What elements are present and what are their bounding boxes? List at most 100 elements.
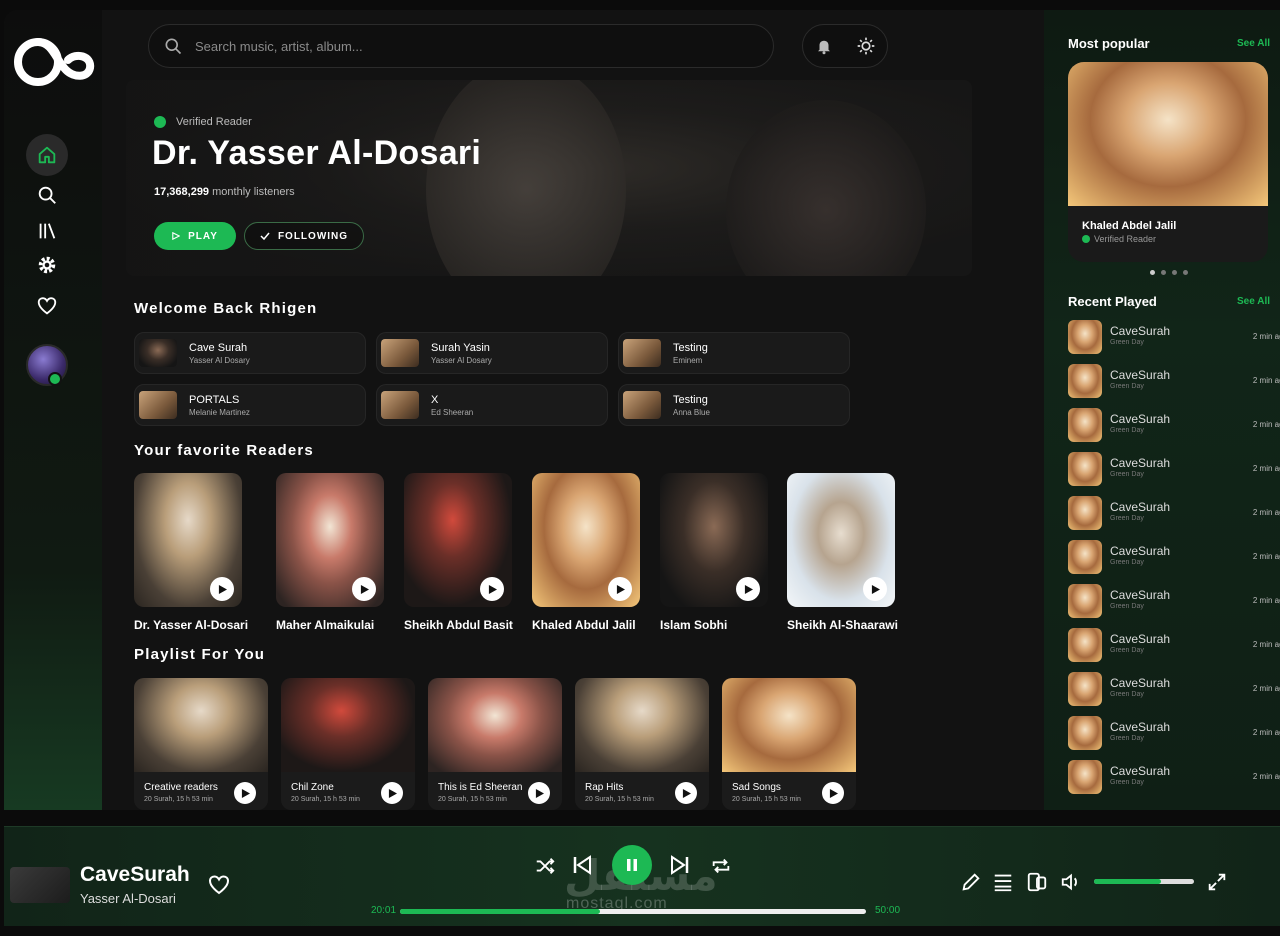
- playlist-card[interactable]: Rap Hits 20 Surah, 15 h 53 min: [575, 678, 709, 810]
- recent-item[interactable]: CaveSurahGreen Day 2 min ago: [1068, 408, 1280, 444]
- queue-icon[interactable]: [992, 871, 1014, 893]
- recent-time: 2 min ago: [1252, 772, 1280, 781]
- playlist-play-button[interactable]: [528, 782, 550, 804]
- reader-card[interactable]: Khaled Abdul Jalil: [532, 473, 642, 632]
- recent-title: CaveSurah: [1110, 544, 1171, 558]
- carousel-dot[interactable]: [1150, 270, 1155, 275]
- user-avatar[interactable]: [26, 344, 68, 386]
- volume-icon[interactable]: [1060, 871, 1082, 893]
- playlist-card[interactable]: Sad Songs 20 Surah, 15 h 53 min: [722, 678, 856, 810]
- recent-item[interactable]: CaveSurahGreen Day 2 min ago: [1068, 584, 1280, 620]
- recent-thumb: [1068, 672, 1102, 706]
- bell-icon[interactable]: [815, 37, 833, 55]
- recent-item[interactable]: CaveSurahGreen Day 2 min ago: [1068, 320, 1280, 356]
- recent-thumb: [1068, 408, 1102, 442]
- reader-play-button[interactable]: [210, 577, 234, 601]
- playlist-cover: [722, 678, 856, 772]
- app-logo[interactable]: [12, 30, 96, 90]
- playlist-play-button[interactable]: [822, 782, 844, 804]
- playlist-card[interactable]: Creative readers 20 Surah, 15 h 53 min: [134, 678, 268, 810]
- verified-reader-label: Verified Reader: [154, 116, 252, 128]
- quick-card[interactable]: Testing Eminem: [618, 332, 850, 374]
- recent-item[interactable]: CaveSurahGreen Day 2 min ago: [1068, 496, 1280, 532]
- like-heart-icon[interactable]: [206, 873, 232, 897]
- recent-artist: Green Day: [1110, 339, 1144, 346]
- reader-card[interactable]: Maher Almaikulai: [276, 473, 386, 632]
- carousel-dot[interactable]: [1161, 270, 1166, 275]
- popular-sub-text: Verified Reader: [1094, 234, 1157, 244]
- progress-bar[interactable]: [400, 909, 866, 914]
- reader-name: Sheikh Al-Shaarawi: [787, 618, 898, 632]
- readers-title: Your favorite Readers: [134, 442, 314, 459]
- recent-item[interactable]: CaveSurahGreen Day 2 min ago: [1068, 452, 1280, 488]
- quick-card[interactable]: Surah Yasin Yasser Al Dosary: [376, 332, 608, 374]
- reader-photo: [532, 473, 640, 607]
- nav-favorites[interactable]: [26, 285, 68, 327]
- volume-slider[interactable]: [1094, 879, 1194, 884]
- play-icon: [172, 232, 181, 240]
- recent-item[interactable]: CaveSurahGreen Day 2 min ago: [1068, 364, 1280, 400]
- quick-card[interactable]: Cave Surah Yasser Al Dosary: [134, 332, 366, 374]
- recent-thumb: [1068, 320, 1102, 354]
- playlist-card[interactable]: This is Ed Sheeran 20 Surah, 15 h 53 min: [428, 678, 562, 810]
- play-icon: [829, 788, 838, 798]
- recent-item[interactable]: CaveSurahGreen Day 2 min ago: [1068, 628, 1280, 664]
- home-icon: [38, 146, 56, 164]
- reader-play-button[interactable]: [863, 577, 887, 601]
- total-duration: 50:00: [875, 905, 901, 916]
- quick-card[interactable]: Testing Anna Blue: [618, 384, 850, 426]
- playlist-name: Creative readers: [144, 782, 218, 793]
- reader-play-button[interactable]: [480, 577, 504, 601]
- carousel-dot[interactable]: [1183, 270, 1188, 275]
- quick-card[interactable]: X Ed Sheeran: [376, 384, 608, 426]
- reader-card[interactable]: Sheikh Al-Shaarawi: [787, 473, 898, 632]
- quick-card[interactable]: PORTALS Melanie Martinez: [134, 384, 366, 426]
- now-playing-artist: Yasser Al-Dosari: [80, 891, 176, 906]
- reader-card[interactable]: Sheikh Abdul Basit: [404, 473, 514, 632]
- repeat-icon[interactable]: [710, 855, 732, 877]
- following-button[interactable]: FOLLOWING: [244, 222, 364, 250]
- reader-card[interactable]: Islam Sobhi: [660, 473, 770, 632]
- popular-name: Khaled Abdel Jalil: [1082, 220, 1177, 232]
- recent-thumb: [1068, 628, 1102, 662]
- carousel-dot[interactable]: [1172, 270, 1177, 275]
- reader-play-button[interactable]: [736, 577, 760, 601]
- verified-badge: [48, 372, 62, 386]
- popular-card[interactable]: Khaled Abdel Jalil Verified Reader: [1068, 62, 1268, 262]
- play-button[interactable]: PLAY: [154, 222, 236, 250]
- recent-played-title: Recent Played: [1068, 294, 1157, 309]
- playlist-play-button[interactable]: [381, 782, 403, 804]
- carousel-dots[interactable]: [1150, 270, 1188, 275]
- search-bar[interactable]: [148, 24, 774, 68]
- recent-item[interactable]: CaveSurahGreen Day 2 min ago: [1068, 716, 1280, 752]
- reader-card[interactable]: Dr. Yasser Al-Dosari: [134, 473, 248, 632]
- artist-hero-banner: Verified Reader Dr. Yasser Al-Dosari 17,…: [126, 80, 972, 276]
- search-input[interactable]: [195, 38, 715, 54]
- play-icon: [871, 584, 880, 594]
- next-icon[interactable]: [668, 853, 692, 877]
- playlist-play-button[interactable]: [234, 782, 256, 804]
- nav-home[interactable]: [26, 134, 68, 176]
- quick-card-artist: Yasser Al Dosary: [189, 355, 250, 365]
- nav-settings[interactable]: [26, 244, 68, 286]
- recent-item[interactable]: CaveSurahGreen Day 2 min ago: [1068, 540, 1280, 576]
- fullscreen-icon[interactable]: [1206, 871, 1228, 893]
- recent-see-all-link[interactable]: See All: [1237, 296, 1270, 307]
- edit-icon[interactable]: [960, 871, 982, 893]
- recent-thumb: [1068, 540, 1102, 574]
- recent-item[interactable]: CaveSurahGreen Day 2 min ago: [1068, 672, 1280, 708]
- playlist-card[interactable]: Chil Zone 20 Surah, 15 h 53 min: [281, 678, 415, 810]
- reader-play-button[interactable]: [608, 577, 632, 601]
- reader-photo: [276, 473, 384, 607]
- popular-see-all-link[interactable]: See All: [1237, 38, 1270, 49]
- sun-icon[interactable]: [856, 36, 876, 56]
- devices-icon[interactable]: [1026, 871, 1048, 893]
- verified-check-icon: [154, 116, 166, 128]
- playlist-play-button[interactable]: [675, 782, 697, 804]
- recent-item[interactable]: CaveSurahGreen Day 2 min ago: [1068, 760, 1280, 796]
- pause-button[interactable]: [612, 845, 652, 885]
- reader-play-button[interactable]: [352, 577, 376, 601]
- shuffle-icon[interactable]: [534, 855, 556, 877]
- quick-card-artist: Ed Sheeran: [431, 407, 474, 417]
- previous-icon[interactable]: [570, 853, 594, 877]
